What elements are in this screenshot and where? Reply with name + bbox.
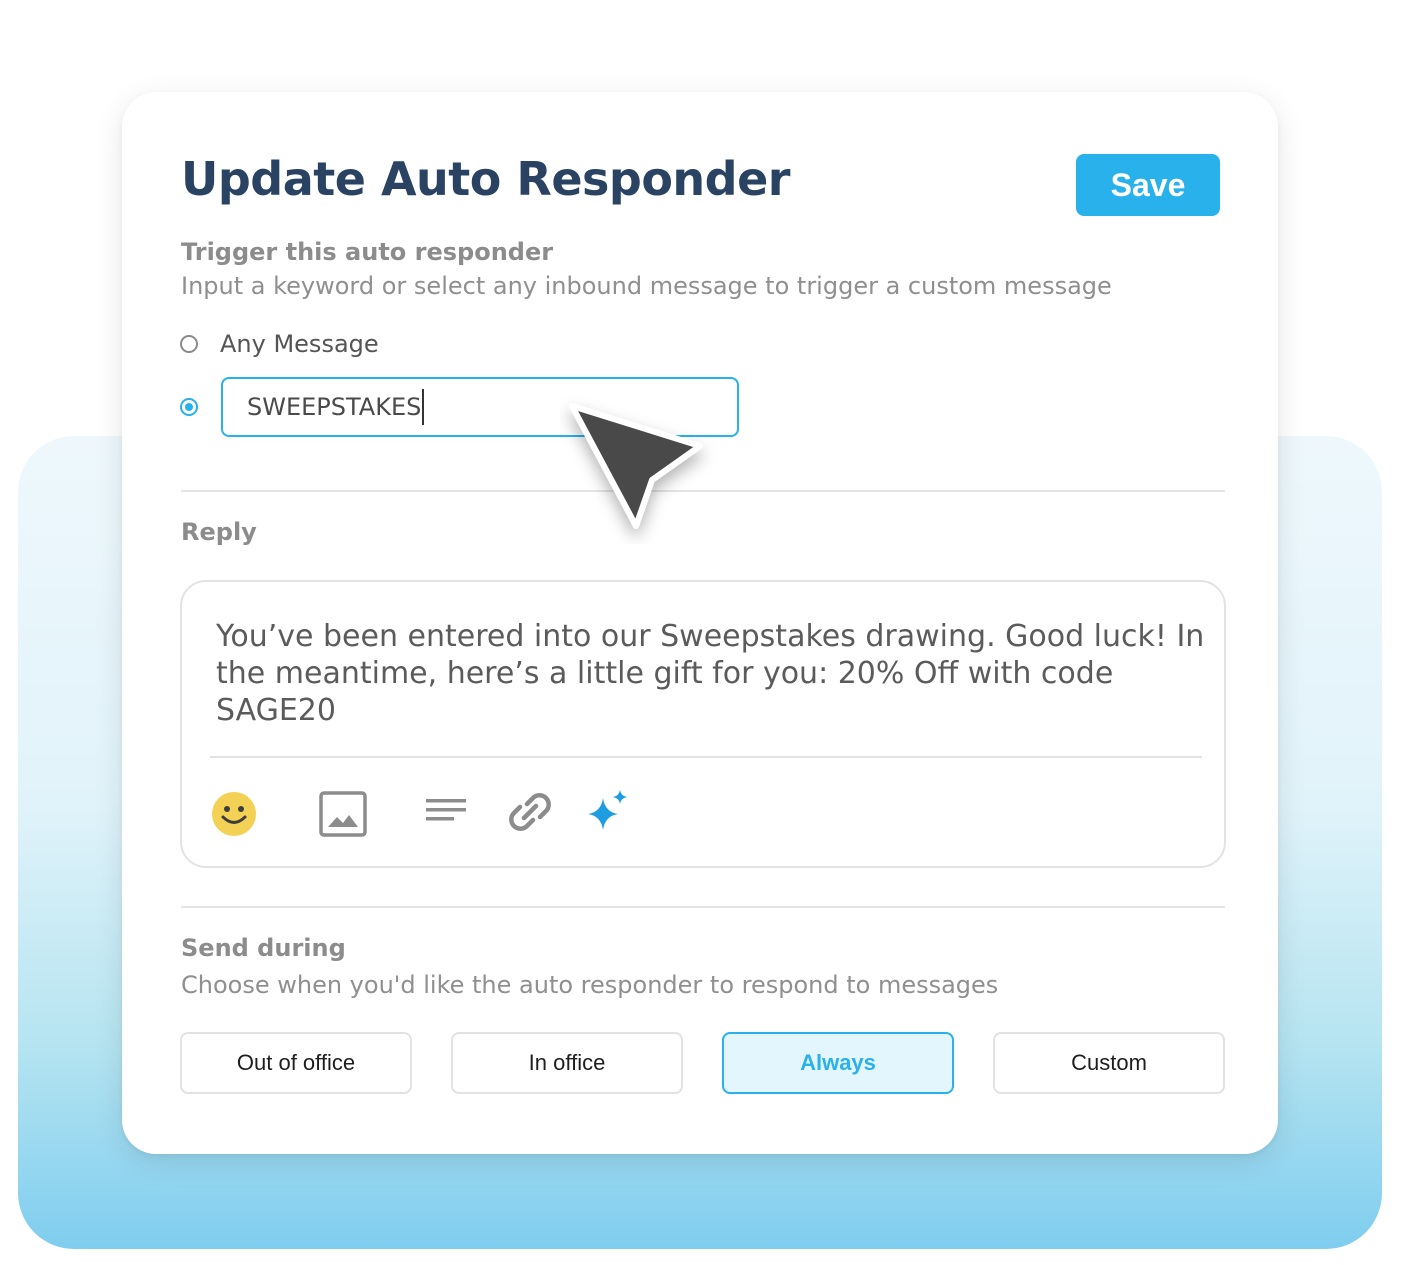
trigger-section-label: Trigger this auto responder <box>181 238 554 266</box>
mouse-pointer-icon <box>569 403 703 529</box>
section-divider <box>181 906 1225 908</box>
keyword-input-value: SWEEPSTAKES <box>247 393 422 421</box>
image-icon[interactable] <box>318 790 368 838</box>
auto-responder-dialog: Update Auto Responder Save Trigger this … <box>122 92 1278 1154</box>
any-message-label: Any Message <box>220 330 379 358</box>
reply-message-text[interactable]: You’ve been entered into our Sweepstakes… <box>216 618 1206 729</box>
keyword-option[interactable] <box>180 398 198 416</box>
editor-divider <box>210 756 1202 758</box>
page-title: Update Auto Responder <box>181 152 791 206</box>
sparkle-icon[interactable] <box>586 788 630 834</box>
reply-editor[interactable]: You’ve been entered into our Sweepstakes… <box>180 580 1226 868</box>
in-office-button[interactable]: In office <box>451 1032 683 1094</box>
any-message-option[interactable]: Any Message <box>180 330 379 358</box>
send-during-label: Send during <box>181 934 346 962</box>
text-caret <box>422 389 425 425</box>
text-format-icon[interactable] <box>424 796 468 824</box>
any-message-radio[interactable] <box>180 335 198 353</box>
out-of-office-button[interactable]: Out of office <box>180 1032 412 1094</box>
emoji-icon[interactable] <box>210 790 258 838</box>
always-button[interactable]: Always <box>722 1032 954 1094</box>
reply-section-label: Reply <box>181 518 257 546</box>
keyword-radio[interactable] <box>180 398 198 416</box>
custom-button[interactable]: Custom <box>993 1032 1225 1094</box>
link-icon[interactable] <box>504 786 556 838</box>
trigger-section-description: Input a keyword or select any inbound me… <box>181 272 1112 300</box>
send-during-description: Choose when you'd like the auto responde… <box>181 971 999 999</box>
save-button[interactable]: Save <box>1076 154 1220 216</box>
